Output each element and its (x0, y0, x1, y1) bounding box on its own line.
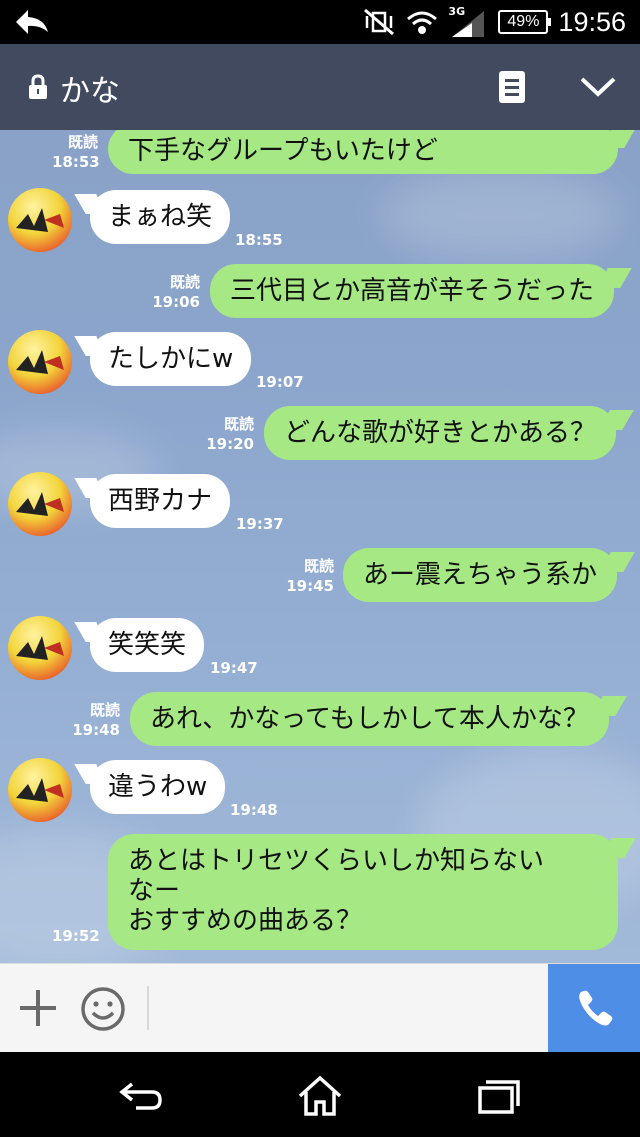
message-time: 19:20 (206, 435, 254, 453)
read-label: 既読 (89, 701, 120, 719)
message-bubble-mine[interactable]: 下手なグループもいたけど (108, 130, 618, 174)
back-arrow-icon[interactable] (14, 8, 50, 36)
read-label: 既読 (67, 133, 98, 151)
wifi-icon (407, 11, 438, 34)
contact-avatar[interactable] (8, 472, 72, 536)
system-nav-bar (0, 1052, 640, 1137)
read-receipt: 既読 19:06 (150, 272, 200, 312)
message-text: 下手なグループもいたけど (128, 136, 438, 166)
message-text: 笑笑笑 (108, 630, 187, 660)
message-text-line: あとはトリセツくらいしか知らない (128, 846, 545, 876)
plus-icon[interactable] (18, 988, 58, 1028)
notes-icon[interactable] (498, 70, 526, 104)
status-bar: 3G 49% 19:56 (0, 0, 640, 44)
contact-avatar[interactable] (8, 188, 72, 252)
message-bubble-other[interactable]: まぁね笑 (90, 190, 231, 244)
message-time: 19:07 (256, 373, 304, 391)
contact-avatar[interactable] (8, 616, 72, 680)
message-text-line: なー (128, 876, 181, 906)
divider (147, 986, 149, 1030)
vibrate-off-icon (364, 8, 395, 36)
chat-title: かな (60, 74, 120, 109)
message-bubble-other[interactable]: たしかにw (90, 332, 252, 386)
signal-icon: 3G (448, 5, 488, 39)
message-bubble-mine[interactable]: あー震えちゃう系か (343, 548, 618, 602)
read-label: 既読 (223, 415, 254, 433)
read-receipt: 既読 19:48 (70, 700, 120, 740)
message-text: 三代目とか高音が辛そうだった (230, 276, 595, 306)
message-input[interactable] (160, 974, 540, 1042)
back-icon[interactable] (118, 1076, 164, 1116)
read-receipt: 既読 19:20 (204, 414, 254, 454)
read-receipt: 既読 19:45 (284, 556, 334, 596)
message-bubble-mine[interactable]: あとはトリセツくらいしか知らない なー おすすめの曲ある？ (108, 834, 618, 950)
message-text: 違うわw (108, 772, 208, 802)
read-label: 既読 (169, 273, 200, 291)
message-bubble-mine[interactable]: どんな歌が好きとかある？ (264, 406, 617, 460)
battery-icon: 49% (498, 10, 552, 34)
message-time: 19:52 (52, 927, 100, 945)
chevron-down-icon[interactable] (578, 74, 618, 100)
home-icon[interactable] (296, 1074, 344, 1118)
message-time: 18:55 (235, 231, 283, 249)
message-bubble-mine[interactable]: あれ、かなってもしかして本人かな？ (130, 692, 609, 746)
message-time: 19:48 (72, 721, 120, 739)
message-bubble-other[interactable]: 西野カナ (90, 474, 231, 528)
message-text: たしかにw (108, 344, 234, 374)
message-text: あー震えちゃう系か (363, 560, 598, 590)
message-time: 18:53 (52, 153, 100, 171)
message-time: 19:45 (286, 577, 334, 595)
call-button[interactable] (548, 964, 640, 1053)
message-bubble-other[interactable]: 笑笑笑 (90, 618, 205, 672)
message-bubble-other[interactable]: 違うわw (90, 760, 226, 814)
message-time: 19:47 (210, 659, 258, 677)
message-text-line: おすすめの曲ある？ (128, 906, 363, 936)
clock: 19:56 (558, 6, 626, 37)
recent-apps-icon[interactable] (476, 1076, 522, 1116)
message-bubble-mine[interactable]: 三代目とか高音が辛そうだった (210, 264, 615, 318)
message-input-bar (0, 963, 640, 1053)
contact-avatar[interactable] (8, 330, 72, 394)
read-label: 既読 (303, 557, 334, 575)
contact-avatar[interactable] (8, 758, 72, 822)
message-time: 19:48 (230, 801, 278, 819)
phone-icon (579, 990, 613, 1026)
message-time: 19:06 (152, 293, 200, 311)
emoji-icon[interactable] (80, 986, 126, 1032)
message-time: 19:37 (236, 515, 284, 533)
message-text: あれ、かなってもしかして本人かな？ (150, 704, 589, 734)
message-text: 西野カナ (108, 486, 213, 516)
chat-area[interactable]: 既読 18:53 下手なグループもいたけど まぁね笑 18:55 既読 19:0… (0, 130, 640, 963)
battery-level: 49% (507, 13, 540, 30)
chat-header: かな (0, 44, 640, 130)
message-text: まぁね笑 (108, 202, 213, 232)
message-text: どんな歌が好きとかある？ (284, 418, 597, 448)
lock-icon (29, 74, 47, 99)
read-receipt: 既読 18:53 (52, 132, 100, 172)
